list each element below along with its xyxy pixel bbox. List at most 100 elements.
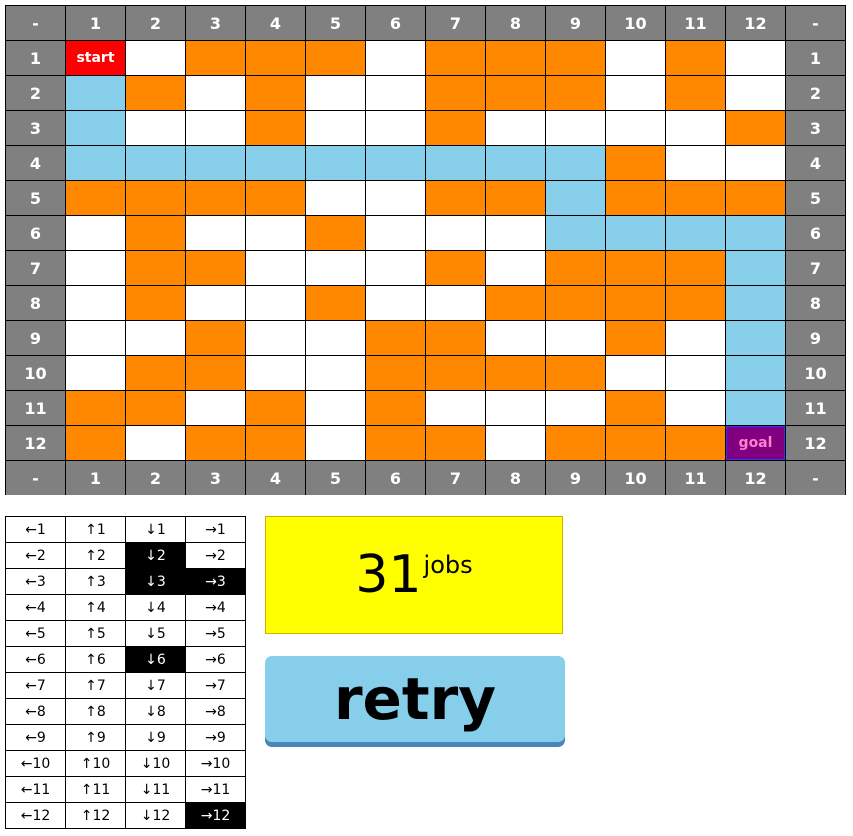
row-header: 6	[6, 216, 65, 250]
move-button[interactable]: ↑6	[65, 646, 126, 673]
obstacle-cell	[486, 286, 545, 320]
empty-cell	[366, 216, 425, 250]
row-header: 8	[6, 286, 65, 320]
start-cell: start	[66, 41, 125, 75]
obstacle-cell	[546, 356, 605, 390]
move-row: ←8 ↑8 ↓8 →8	[5, 698, 246, 725]
move-button[interactable]: →9	[185, 724, 246, 751]
obstacle-cell	[426, 426, 485, 460]
corner-header: -	[6, 6, 65, 40]
obstacle-cell	[606, 146, 665, 180]
empty-cell	[486, 251, 545, 285]
row-header: 9	[786, 321, 845, 355]
obstacle-cell	[66, 391, 125, 425]
empty-cell	[486, 391, 545, 425]
column-header: 5	[306, 461, 365, 495]
move-button[interactable]: →4	[185, 594, 246, 621]
move-button[interactable]: ←6	[5, 646, 66, 673]
move-button[interactable]: ↑1	[65, 516, 126, 543]
move-button[interactable]: ↓4	[125, 594, 186, 621]
move-button[interactable]: ↓8	[125, 698, 186, 725]
path-cell	[726, 356, 785, 390]
move-table: ←1 ↑1 ↓1 →1 ←2 ↑2 ↓2 →2 ←3 ↑3 ↓3 →3 ←4 ↑4 ↓4 →4 ←5 ↑5 ↓5 →5…	[5, 516, 246, 829]
move-button[interactable]: →5	[185, 620, 246, 647]
move-button[interactable]: ←10	[5, 750, 66, 777]
column-header: 4	[246, 6, 305, 40]
move-button[interactable]: →2	[185, 542, 246, 569]
jobs-unit-label: jobs	[423, 551, 473, 579]
obstacle-cell	[366, 426, 425, 460]
path-cell	[546, 146, 605, 180]
column-header: 9	[546, 461, 605, 495]
empty-cell	[306, 391, 365, 425]
empty-cell	[306, 181, 365, 215]
row-header: 11	[6, 391, 65, 425]
move-button[interactable]: ↓5	[125, 620, 186, 647]
move-button[interactable]: ↑10	[65, 750, 126, 777]
empty-cell	[126, 426, 185, 460]
obstacle-cell	[426, 76, 485, 110]
move-button[interactable]: ↓9	[125, 724, 186, 751]
move-button[interactable]: ↓11	[125, 776, 186, 803]
move-button[interactable]: ↑7	[65, 672, 126, 699]
empty-cell	[726, 76, 785, 110]
empty-cell	[666, 146, 725, 180]
row-header: 8	[786, 286, 845, 320]
move-button-used[interactable]: ↓3	[125, 568, 186, 595]
move-button[interactable]: ↓12	[125, 802, 186, 829]
move-button[interactable]: →8	[185, 698, 246, 725]
move-row: ←11 ↑11 ↓11 →11	[5, 776, 246, 803]
move-button-used[interactable]: →12	[185, 802, 246, 829]
move-button[interactable]: ↑8	[65, 698, 126, 725]
move-button[interactable]: ←12	[5, 802, 66, 829]
move-button[interactable]: ↑3	[65, 568, 126, 595]
move-button[interactable]: ←9	[5, 724, 66, 751]
obstacle-cell	[426, 41, 485, 75]
move-button[interactable]: ↑5	[65, 620, 126, 647]
move-button[interactable]: ←8	[5, 698, 66, 725]
move-button[interactable]: ↑11	[65, 776, 126, 803]
column-header: 8	[486, 461, 545, 495]
path-cell	[726, 216, 785, 250]
move-button[interactable]: ↑12	[65, 802, 126, 829]
move-button[interactable]: ←7	[5, 672, 66, 699]
move-button[interactable]: →6	[185, 646, 246, 673]
move-button[interactable]: ↑4	[65, 594, 126, 621]
move-button[interactable]: ←2	[5, 542, 66, 569]
move-button[interactable]: ↓10	[125, 750, 186, 777]
move-button[interactable]: ←3	[5, 568, 66, 595]
move-button[interactable]: →1	[185, 516, 246, 543]
retry-button[interactable]: retry	[265, 656, 565, 742]
move-button[interactable]: ↑2	[65, 542, 126, 569]
move-button[interactable]: ←11	[5, 776, 66, 803]
move-button[interactable]: →11	[185, 776, 246, 803]
move-button-used[interactable]: ↓2	[125, 542, 186, 569]
move-button[interactable]: →10	[185, 750, 246, 777]
move-button-used[interactable]: ↓6	[125, 646, 186, 673]
column-header: 6	[366, 461, 425, 495]
empty-cell	[66, 286, 125, 320]
move-button[interactable]: ↓7	[125, 672, 186, 699]
move-row: ←4 ↑4 ↓4 →4	[5, 594, 246, 621]
move-button[interactable]: ↓1	[125, 516, 186, 543]
empty-cell	[186, 391, 245, 425]
empty-cell	[306, 251, 365, 285]
move-button[interactable]: →7	[185, 672, 246, 699]
row-header: 2	[6, 76, 65, 110]
path-cell	[366, 146, 425, 180]
move-button-used[interactable]: →3	[185, 568, 246, 595]
move-button[interactable]: ↑9	[65, 724, 126, 751]
obstacle-cell	[426, 111, 485, 145]
corner-header: -	[786, 6, 845, 40]
move-button[interactable]: ←5	[5, 620, 66, 647]
obstacle-cell	[66, 181, 125, 215]
row-header: 11	[786, 391, 845, 425]
empty-cell	[546, 391, 605, 425]
move-button[interactable]: ←4	[5, 594, 66, 621]
column-header: 12	[726, 461, 785, 495]
obstacle-cell	[606, 181, 665, 215]
move-button[interactable]: ←1	[5, 516, 66, 543]
column-header: 4	[246, 461, 305, 495]
empty-cell	[726, 146, 785, 180]
obstacle-cell	[306, 216, 365, 250]
